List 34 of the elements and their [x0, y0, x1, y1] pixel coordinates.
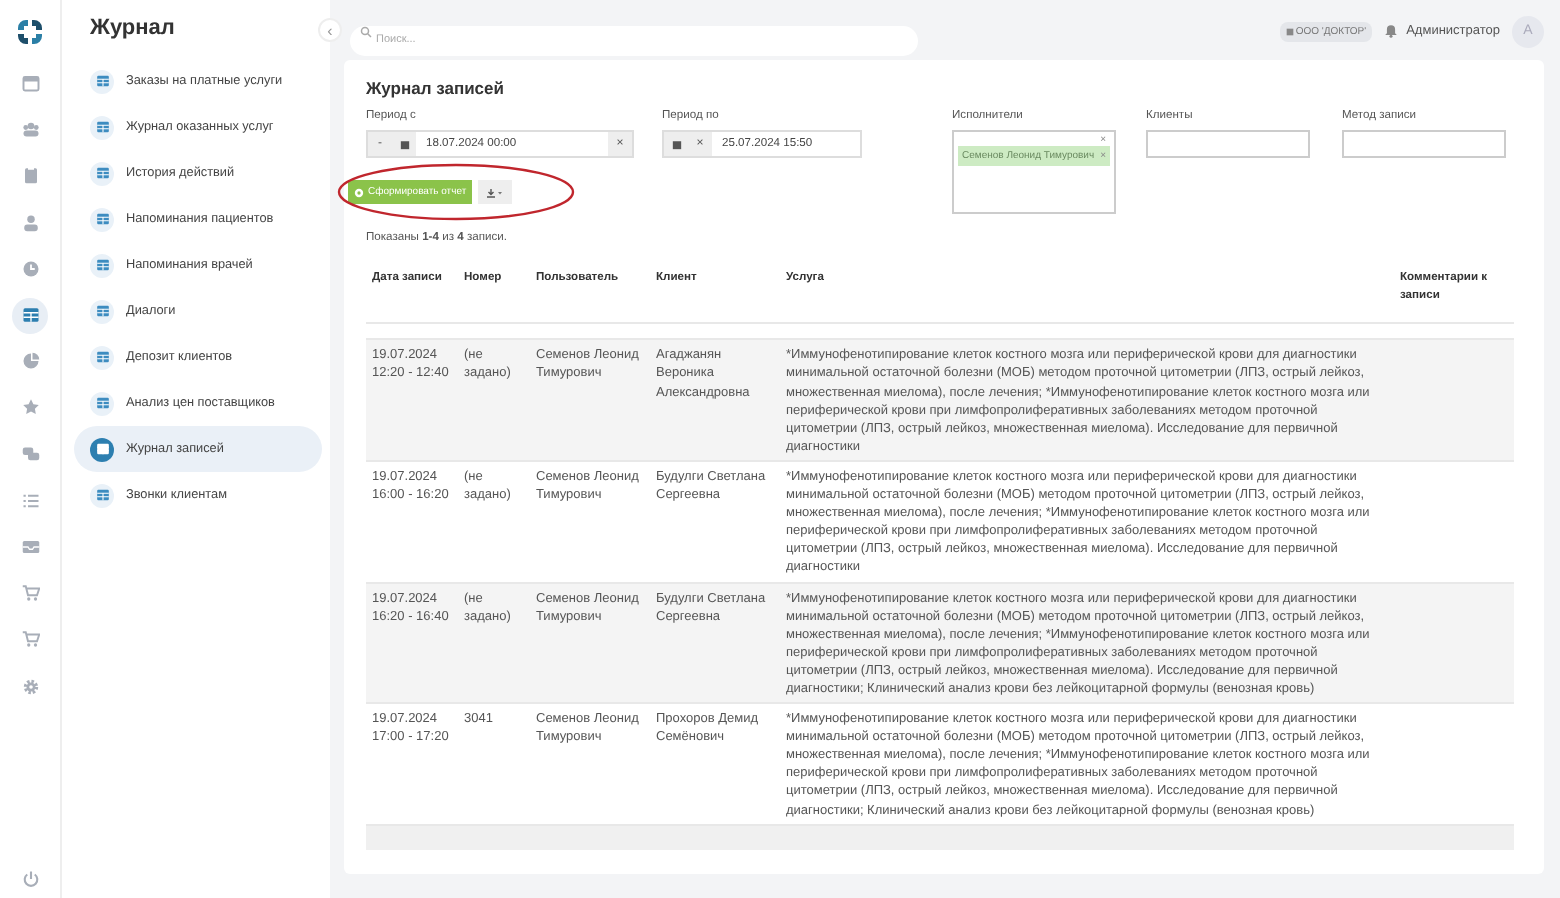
- page-title: Журнал записей: [366, 78, 506, 98]
- list-icon: [21, 491, 39, 510]
- clock-icon: [21, 259, 39, 278]
- sidebar-title: Журнал: [90, 16, 177, 40]
- users-icon: [21, 120, 39, 139]
- table-icon: [95, 304, 109, 318]
- cart-icon: [21, 630, 39, 649]
- pie-chart-icon: [21, 352, 39, 371]
- inbox-icon: [21, 537, 39, 556]
- clipboard-icon: [21, 166, 39, 185]
- settings-icon: [21, 677, 39, 696]
- gear-icon: [354, 187, 364, 197]
- table-icon: [95, 442, 109, 456]
- table-icon: [21, 306, 39, 325]
- cart-icon: [21, 584, 39, 603]
- bell-icon[interactable]: [1384, 24, 1399, 38]
- table-icon: [95, 166, 109, 180]
- chat-icon: [21, 445, 39, 464]
- table-icon: [95, 212, 109, 226]
- power-icon[interactable]: [21, 870, 39, 888]
- table-icon: [95, 258, 109, 272]
- method-field[interactable]: [1342, 130, 1506, 158]
- table-icon: [95, 350, 109, 364]
- download-icon: [486, 187, 505, 197]
- table-icon: [95, 396, 109, 410]
- download-button[interactable]: [478, 180, 513, 204]
- table-icon: [95, 74, 109, 88]
- table-icon: [95, 120, 109, 134]
- nav-button[interactable]: [12, 297, 48, 334]
- star-icon: [21, 398, 39, 417]
- clients-field[interactable]: [1146, 130, 1310, 158]
- table-icon: [95, 488, 109, 502]
- logo-icon: [14, 16, 46, 48]
- user-icon: [21, 213, 39, 232]
